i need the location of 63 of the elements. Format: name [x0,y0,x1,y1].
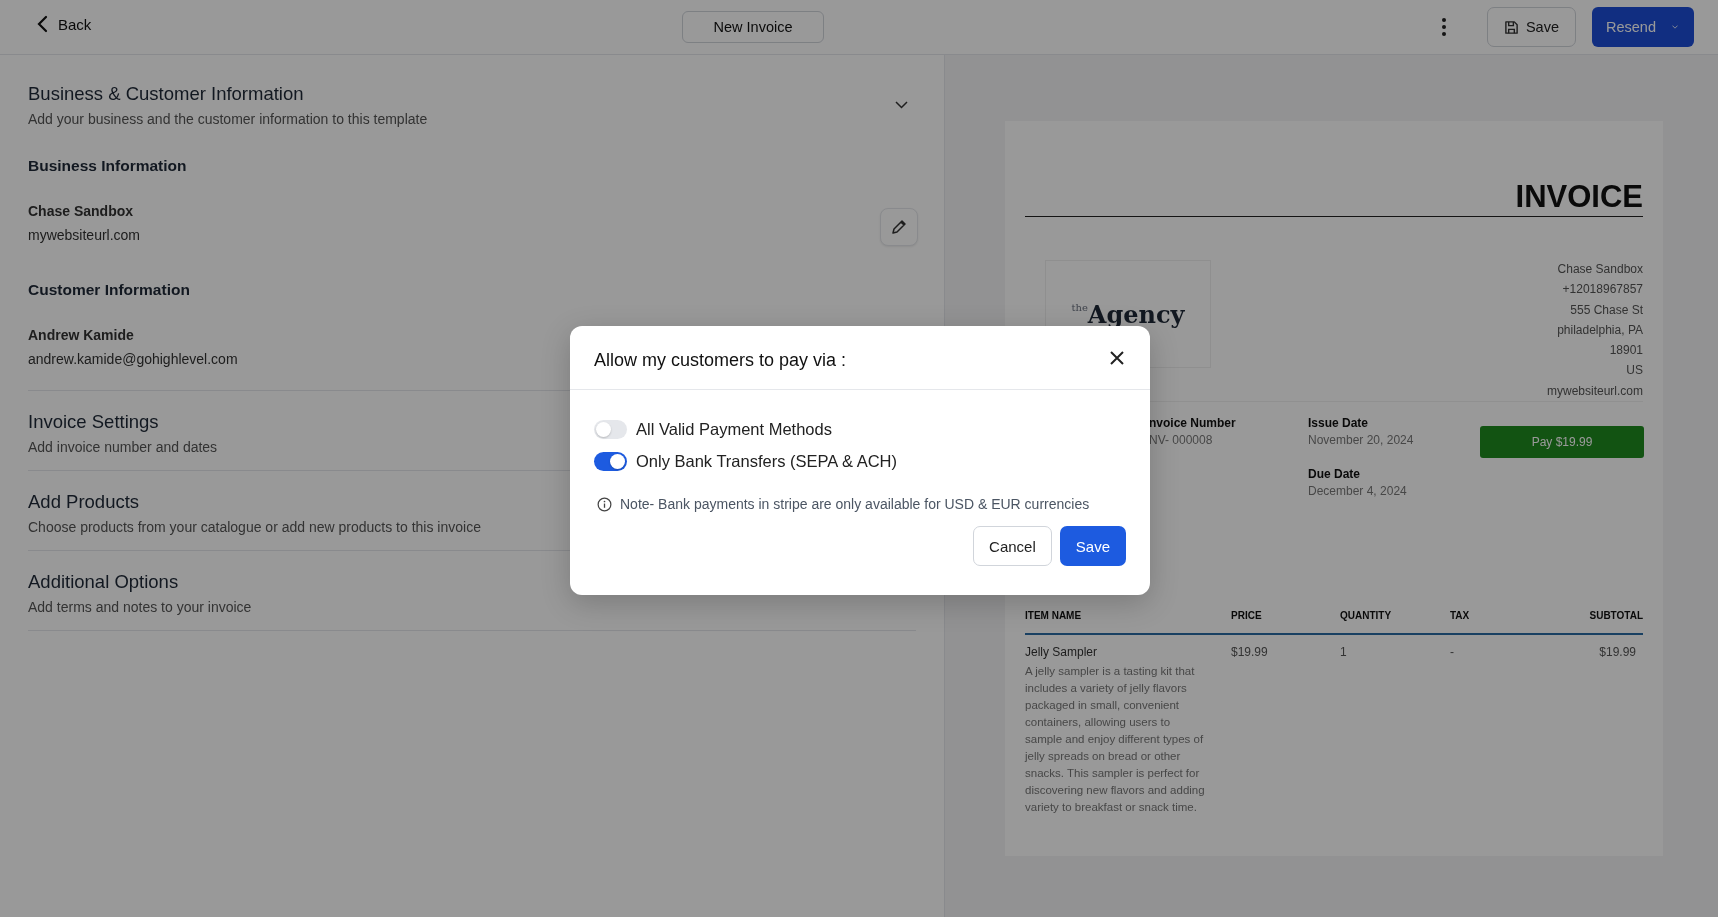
option-label: Only Bank Transfers (SEPA & ACH) [636,451,898,471]
meta-value: November 20, 2024 [1308,433,1415,448]
edit-button[interactable] [880,208,918,246]
save-button[interactable]: Save [1059,526,1126,566]
section-subtitle: Add invoice number and dates [28,439,218,455]
meta-label: nvoice Number [1149,416,1237,431]
cancel-button[interactable]: Cancel [973,526,1052,566]
meta-label: Due Date [1308,467,1361,482]
table-cell-text: $19.99 [1598,645,1637,662]
section-title[interactable]: Business & Customer Information [28,83,428,105]
invoice-heading: INVOICE [1025,179,1643,217]
pay-button[interactable]: Pay $19.99 [1480,426,1644,459]
meta-value: December 4, 2024 [1308,484,1408,499]
page-title: New Invoice [682,11,824,43]
item-name: Jelly Sampler [1025,645,1099,660]
logo-small-text: the [1071,301,1088,313]
item-description: A jelly sampler is a tasting kit that includes a variety of jelly flavors packaged in small, convenient containers, allowing users to sample and enjoy different types of jelly spreads on bread or other snacks. This sampler is perfect for discovering new flavors and adding variety to breakfast or snack time. [1025,664,1206,816]
meta-value: NV- 000008 [1149,433,1214,448]
toggle-switch[interactable] [594,419,627,439]
close-button[interactable] [1108,348,1126,367]
contact-detail: mywebsiteurl.com [28,227,141,245]
column-header: ITEM NAME [1025,610,1083,622]
info-icon [597,496,612,512]
back-button[interactable]: Back [36,15,92,33]
address-line: +12018967857 [1561,281,1643,299]
column-header: SUBTOTAL [1588,610,1643,622]
table-cell-text: $19.99 [1231,645,1269,662]
table-cell-text: - [1450,645,1455,662]
chevron-down-icon[interactable] [895,101,908,109]
section-title[interactable]: Add Products [28,491,481,513]
table-cell-text: 1 [1340,645,1348,662]
column-header: TAX [1450,610,1471,622]
address-line: 555 Chase St [1569,301,1643,319]
section-title[interactable]: Additional Options [28,571,252,593]
contact-name: Andrew Kamide [28,327,135,343]
note-text: Note- Bank payments in stripe are only available for USD & EUR currencies [620,496,1090,512]
close-icon [1110,350,1124,365]
address-line: Chase Sandbox [1556,261,1643,278]
chevron-left-icon [36,15,48,33]
address-line: mywebsiteurl.com [1546,382,1643,400]
address-line: philadelphia, PA [1556,321,1643,339]
column-header: QUANTITY [1340,610,1393,622]
section-title[interactable]: Invoice Settings [28,411,218,433]
column-header: PRICE [1231,610,1263,622]
pencil-icon [890,218,908,236]
section-subtitle: Add terms and notes to your invoice [28,599,252,615]
meta-label: Issue Date [1308,416,1370,431]
contact-detail: andrew.kamide@gohighlevel.com [28,351,238,369]
save-button[interactable]: Save [1486,7,1576,47]
group-heading: Customer Information [28,281,191,299]
section-subtitle: Add your business and the customer information to this template [28,111,428,127]
section-subtitle: Choose products from your catalogue or add new products to this invoice [28,519,481,535]
chevron-down-icon [1672,23,1678,31]
option-label: All Valid Payment Methods [636,419,832,439]
contact-name: Chase Sandbox [28,203,135,219]
more-options-icon [1441,18,1446,36]
address-line: 18901 [1608,342,1643,360]
address-line: US [1625,362,1643,380]
logo-text: Agency [1087,299,1185,329]
resend-button[interactable]: Resend [1592,7,1694,47]
toggle-switch[interactable] [594,451,627,471]
dialog-title: Allow my customers to pay via : [594,350,847,371]
group-heading: Business Information [28,157,188,175]
